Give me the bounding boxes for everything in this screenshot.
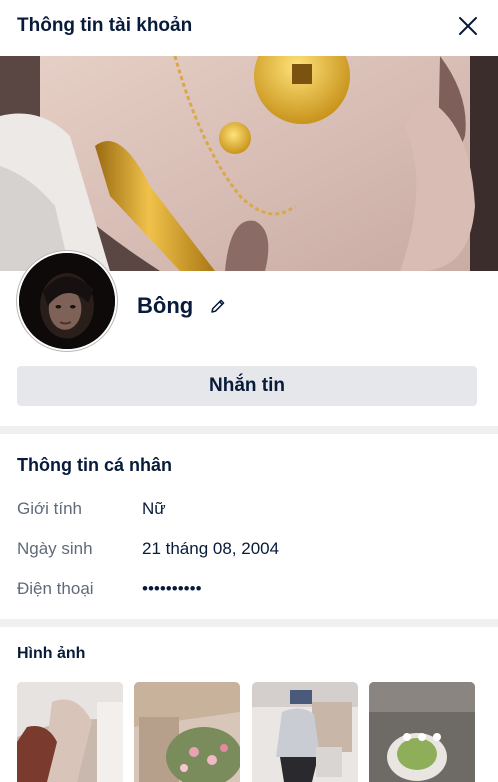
birthday-value: 21 tháng 08, 2004 xyxy=(142,539,280,558)
phone-value: •••••••••• xyxy=(142,579,202,598)
photo-thumbnail[interactable] xyxy=(369,682,475,782)
photo-thumbnail[interactable] xyxy=(252,682,358,782)
cover-photo[interactable] xyxy=(0,56,498,271)
close-icon[interactable] xyxy=(456,14,480,38)
avatar[interactable] xyxy=(17,251,117,351)
message-button[interactable]: Nhắn tin xyxy=(17,366,477,406)
photo-thumbnail[interactable] xyxy=(134,682,240,782)
modal-header: Thông tin tài khoản xyxy=(0,0,498,56)
profile-name-row: Bông xyxy=(137,291,227,321)
photo-thumbnail[interactable] xyxy=(17,682,123,782)
pencil-icon[interactable] xyxy=(209,297,227,315)
phone-label: Điện thoại xyxy=(17,579,94,598)
divider xyxy=(0,426,498,434)
photos-title: Hình ảnh xyxy=(17,645,86,662)
personal-info-title: Thông tin cá nhân xyxy=(17,455,172,475)
divider xyxy=(0,619,498,627)
profile-name: Bông xyxy=(137,293,194,318)
modal-title: Thông tin tài khoản xyxy=(17,15,193,36)
birthday-label: Ngày sinh xyxy=(17,539,93,558)
gender-label: Giới tính xyxy=(17,499,83,518)
gender-value: Nữ xyxy=(142,499,166,518)
